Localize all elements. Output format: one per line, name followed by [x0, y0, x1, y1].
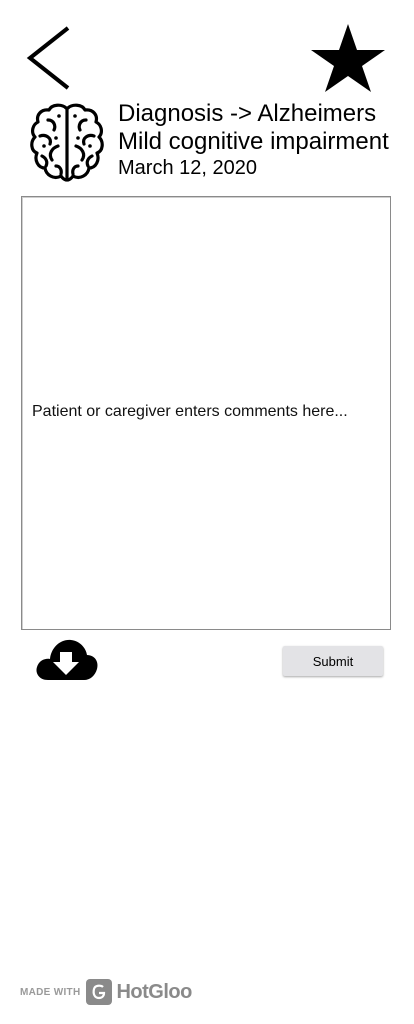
brain-icon [28, 102, 106, 184]
diagnosis-title: Diagnosis -> Alzheimers [118, 100, 377, 127]
chevron-left-icon [26, 26, 70, 90]
star-icon [311, 24, 385, 92]
download-button[interactable] [34, 636, 100, 684]
comments-textarea[interactable]: Patient or caregiver enters comments her… [21, 196, 391, 630]
favorite-button[interactable] [310, 22, 386, 94]
diagnosis-header: Diagnosis -> Alzheimers Mild cognitive i… [118, 100, 408, 180]
back-button[interactable] [22, 24, 74, 94]
diagnosis-subtitle: Mild cognitive impairment [118, 128, 389, 155]
hotgloo-brand: HotGloo [116, 980, 192, 1003]
submit-button[interactable]: Submit [283, 646, 383, 676]
hotgloo-logo-icon [86, 979, 113, 1005]
diagnosis-date: March 12, 2020 [118, 157, 257, 179]
comments-placeholder: Patient or caregiver enters comments her… [32, 403, 348, 420]
cloud-download-icon [36, 639, 98, 680]
made-with-label: MADE WITH [20, 986, 81, 998]
made-with-hotgloo-badge[interactable]: MADE WITH HotGloo [20, 978, 192, 1006]
